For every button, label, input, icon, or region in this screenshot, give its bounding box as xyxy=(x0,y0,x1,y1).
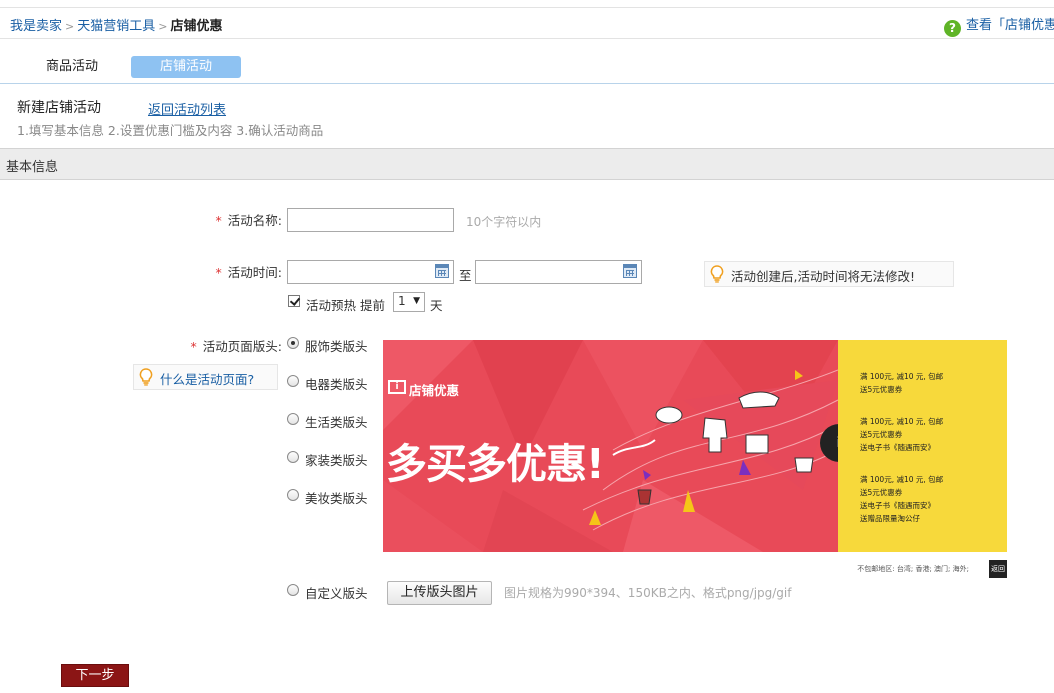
preheat-days-select[interactable]: 1 xyxy=(393,292,425,312)
banner-offer-2-line2: 送5元优惠券 xyxy=(860,430,903,439)
radio-apparel-label[interactable]: 服饰类版头 xyxy=(305,336,368,355)
preheat-prefix: 提前 xyxy=(360,298,386,313)
radio-living-label[interactable]: 生活类版头 xyxy=(305,412,368,431)
page-title: 新建店铺活动 xyxy=(17,100,101,116)
required-mark: * xyxy=(215,213,222,228)
tab-bar: 商品活动 店铺活动 xyxy=(0,56,1054,84)
section-title: 基本信息 xyxy=(6,160,59,175)
radio-living-header[interactable] xyxy=(287,413,299,425)
activity-name-label: * 活动名称: xyxy=(150,210,282,229)
breadcrumb-tmall-tools[interactable]: 天猫营销工具 xyxy=(77,19,155,34)
banner-offer-3: 满 100元, 减10 元, 包邮 送5元优惠券 送电子书《随遇而安》 送赠品限… xyxy=(860,473,943,525)
what-is-activity-page-text[interactable]: 什么是活动页面? xyxy=(160,372,254,387)
breadcrumb-seller[interactable]: 我是卖家 xyxy=(10,19,62,34)
banner-offer-1-line1: 满 100元, 减10 元, 包邮 xyxy=(860,372,944,381)
preheat-days-value: 1 xyxy=(398,294,406,308)
radio-apparel-header[interactable] xyxy=(287,337,299,349)
top-bar: 我是卖家 > 天猫营销工具 > 店铺优惠 ? 查看「店铺优惠 xyxy=(0,7,1054,39)
start-date-input[interactable] xyxy=(287,260,454,284)
date-range-separator: 至 xyxy=(459,268,472,283)
calendar-icon[interactable] xyxy=(435,264,449,278)
radio-custom-header[interactable] xyxy=(287,584,299,596)
banner-offer-3-line4: 送赠品限量淘公仔 xyxy=(860,514,920,523)
breadcrumb-separator: > xyxy=(65,20,75,33)
banner-offer-panel: 满 100元, 减10 元, 包邮 送5元优惠券 满 100元, 减10 元, … xyxy=(838,340,1007,552)
breadcrumb-current: 店铺优惠 xyxy=(170,19,223,34)
tab-product-activity[interactable]: 商品活动 xyxy=(30,56,114,78)
banner-logo-text: 店铺优惠 xyxy=(409,383,460,398)
required-mark: * xyxy=(190,339,197,354)
what-is-activity-page-help[interactable]: 什么是活动页面? xyxy=(133,364,278,390)
breadcrumb: 我是卖家 > 天猫营销工具 > 店铺优惠 xyxy=(10,15,222,34)
end-date-input[interactable] xyxy=(475,260,642,284)
banner-offer-2: 满 100元, 减10 元, 包邮 送5元优惠券 送电子书《随遇而安》 xyxy=(860,415,943,454)
preheat-suffix: 天 xyxy=(430,298,443,313)
banner-offer-2-line1: 满 100元, 减10 元, 包邮 xyxy=(860,417,944,426)
banner-footer-note: 不包邮地区: 台湾; 香港; 澳门; 海外; xyxy=(857,565,969,573)
help-link-label[interactable]: 查看「店铺优惠 xyxy=(966,18,1054,33)
page-header-label-text: 活动页面版头: xyxy=(202,339,282,354)
banner-logo-icon: i xyxy=(388,380,406,394)
tab-shop-activity[interactable]: 店铺活动 xyxy=(131,56,241,78)
preheat-label: 活动预热 提前 xyxy=(306,295,385,314)
activity-time-label: * 活动时间: xyxy=(150,262,282,281)
radio-home-header[interactable] xyxy=(287,451,299,463)
activity-name-hint: 10个字符以内 xyxy=(466,215,542,229)
banner-offer-3-line1: 满 100元, 减10 元, 包邮 xyxy=(860,475,944,484)
activity-time-label-text: 活动时间: xyxy=(227,265,282,280)
steps-text: 1.填写基本信息 2.设置优惠门槛及内容 3.确认活动商品 xyxy=(17,123,324,138)
upload-spec-hint: 图片规格为990*394、150KB之内、格式png/jpg/gif xyxy=(504,586,792,600)
page-header-label: * 活动页面版头: xyxy=(150,336,282,355)
radio-appliance-label[interactable]: 电器类版头 xyxy=(305,374,368,393)
radio-appliance-header[interactable] xyxy=(287,375,299,387)
lightbulb-icon xyxy=(139,368,153,386)
banner-preview: i 店铺优惠 多买多优惠! i 满 100元, 减10 元, 包邮 送5元优惠券… xyxy=(383,340,1007,552)
next-step-button[interactable]: 下一步 xyxy=(61,664,129,687)
radio-beauty-label[interactable]: 美妆类版头 xyxy=(305,488,368,507)
section-header: 基本信息 xyxy=(0,148,1054,180)
banner-offer-2-line3: 送电子书《随遇而安》 xyxy=(860,443,935,452)
time-warning-text: 活动创建后,活动时间将无法修改! xyxy=(731,269,915,284)
preheat-label-text: 活动预热 xyxy=(306,298,357,313)
preheat-checkbox[interactable] xyxy=(288,295,300,307)
required-mark: * xyxy=(215,265,222,280)
upload-header-image-button[interactable]: 上传版头图片 xyxy=(387,581,492,605)
banner-offer-3-line2: 送5元优惠券 xyxy=(860,488,903,497)
back-to-list-link[interactable]: 返回活动列表 xyxy=(148,99,226,118)
radio-custom-label[interactable]: 自定义版头 xyxy=(305,583,368,602)
lightbulb-icon xyxy=(710,265,724,283)
banner-offer-1-line2: 送5元优惠券 xyxy=(860,385,903,394)
help-link[interactable]: ? 查看「店铺优惠 xyxy=(944,14,1054,37)
calendar-icon[interactable] xyxy=(623,264,637,278)
radio-beauty-header[interactable] xyxy=(287,489,299,501)
breadcrumb-separator: > xyxy=(158,20,168,33)
banner-footer-button: 返回 xyxy=(989,560,1007,578)
banner-headline: 多买多优惠! xyxy=(386,440,605,488)
radio-home-label[interactable]: 家装类版头 xyxy=(305,450,368,469)
time-warning-tip: 活动创建后,活动时间将无法修改! xyxy=(704,261,954,287)
banner-offer-1: 满 100元, 减10 元, 包邮 送5元优惠券 xyxy=(860,370,943,396)
activity-name-input[interactable] xyxy=(287,208,454,232)
activity-name-label-text: 活动名称: xyxy=(227,213,282,228)
banner-offer-3-line3: 送电子书《随遇而安》 xyxy=(860,501,935,510)
question-circle-icon: ? xyxy=(944,20,961,37)
banner-footer: 不包邮地区: 台湾; 香港; 澳门; 海外; 返回 xyxy=(383,560,1007,578)
